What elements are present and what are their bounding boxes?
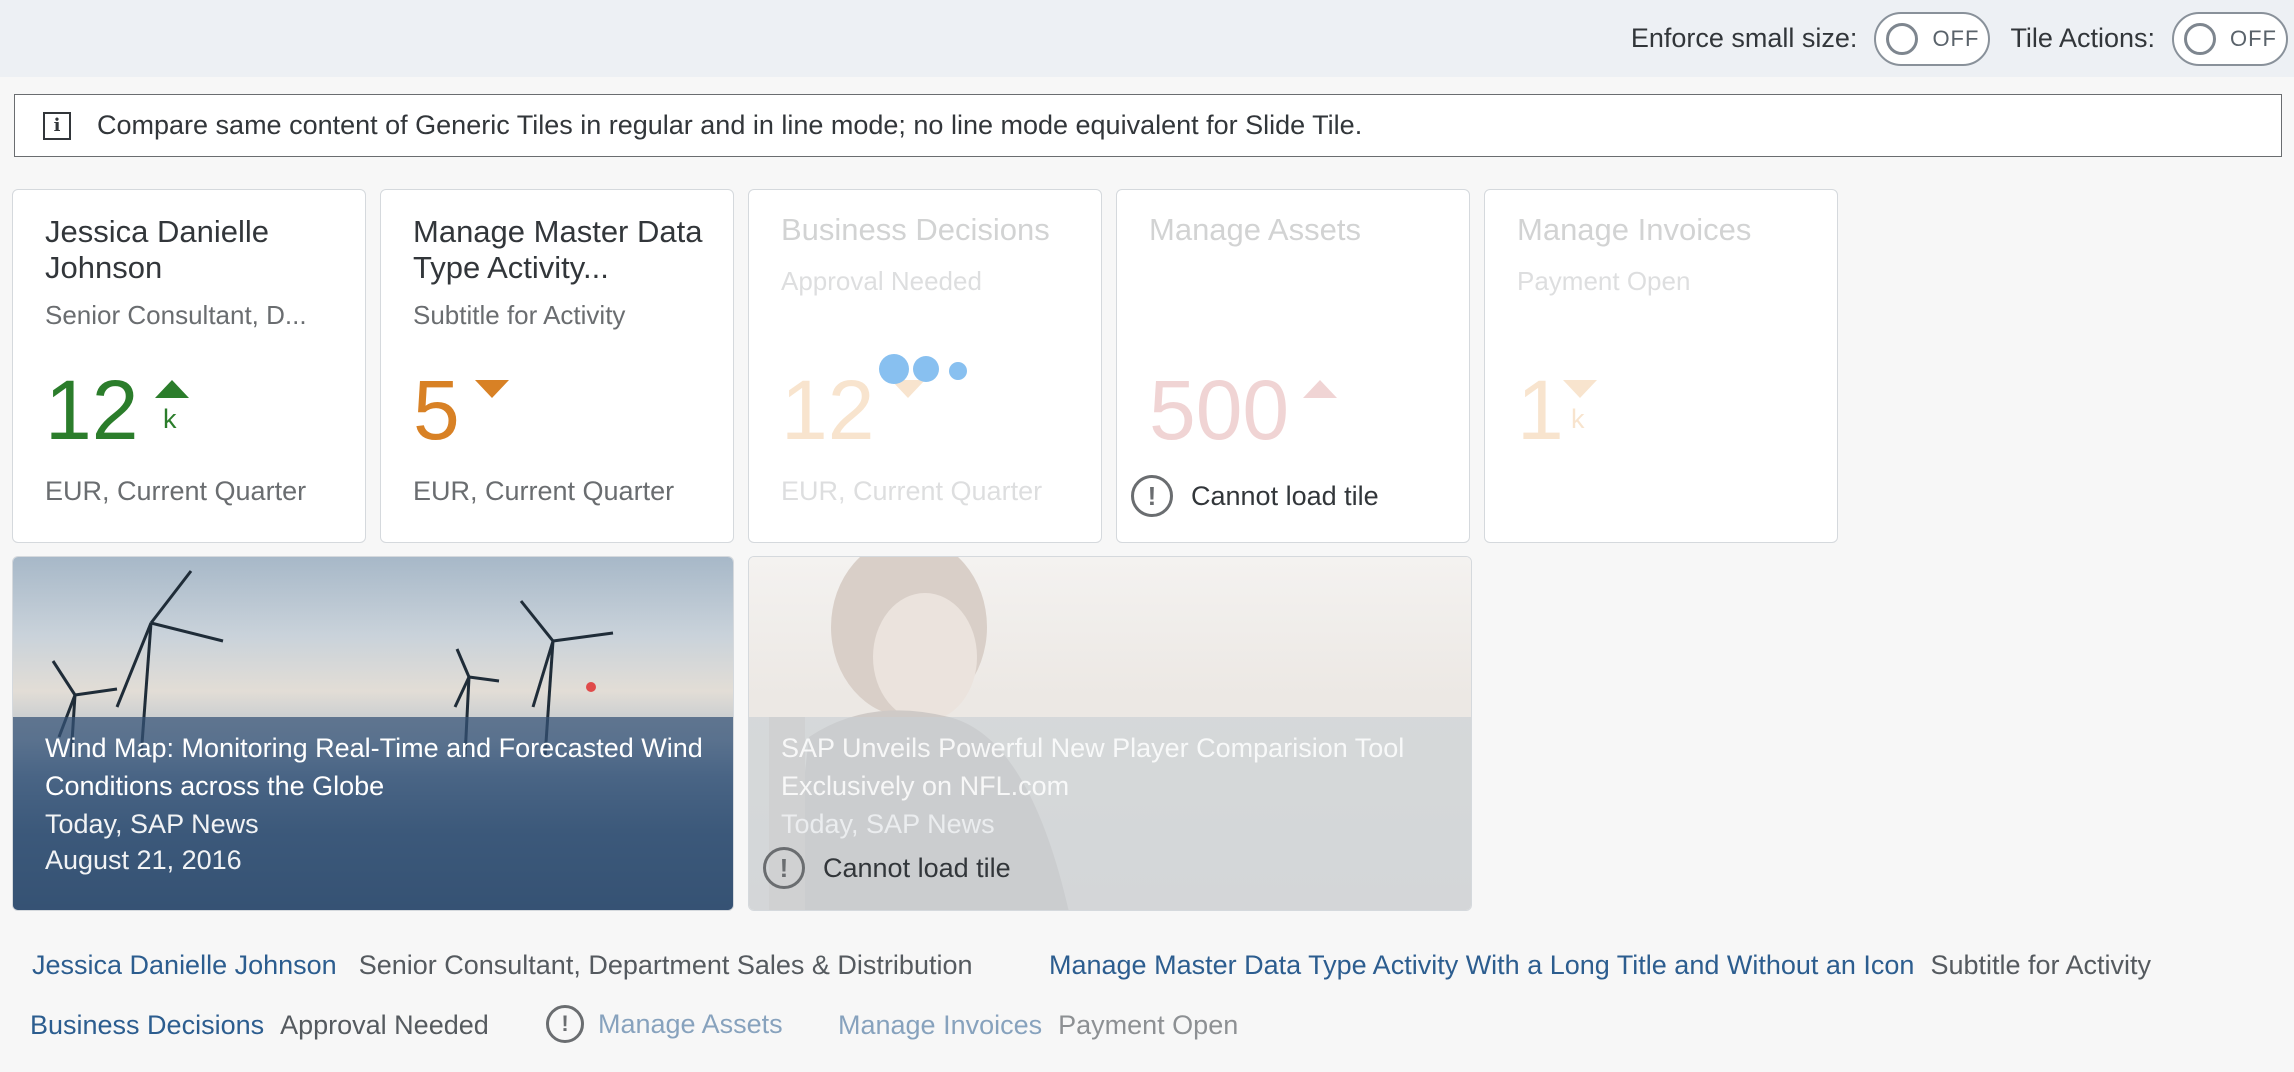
- generic-tile-manage-assets[interactable]: Manage Assets 500 ! Cannot load tile: [1116, 189, 1470, 543]
- loading-dot-icon: [949, 362, 967, 380]
- slide-subtitle: Today, SAP News: [45, 809, 259, 839]
- tile-subtitle: Senior Consultant, D...: [45, 300, 307, 330]
- line-tile-jessica[interactable]: Jessica Danielle Johnson Senior Consulta…: [32, 950, 973, 981]
- toolbar: Enforce small size: OFF Tile Actions: OF…: [0, 0, 2294, 77]
- trend-up-icon: [155, 380, 189, 398]
- tile-error-text: Cannot load tile: [1191, 480, 1379, 511]
- tile-title: Business Decisions: [781, 212, 1050, 247]
- error-icon: !: [546, 1005, 584, 1043]
- line-tile-manage-master-data[interactable]: Manage Master Data Type Activity With a …: [1049, 950, 2151, 981]
- line-tile-title[interactable]: Business Decisions: [30, 1010, 264, 1041]
- tile-kpi-value: 1: [1517, 363, 1564, 457]
- error-icon: !: [1131, 475, 1173, 517]
- tile-actions-switch[interactable]: OFF: [2172, 11, 2288, 66]
- tile-faded-content: Manage Invoices Payment Open 1 k: [1485, 190, 1837, 542]
- trend-up-icon: [1303, 380, 1337, 398]
- info-icon: i: [43, 111, 71, 140]
- line-tile-title[interactable]: Manage Master Data Type Activity With a …: [1049, 950, 1914, 981]
- line-tile-manage-invoices[interactable]: Manage Invoices Payment Open: [838, 1010, 1238, 1041]
- line-tile-subtitle: Approval Needed: [280, 1010, 489, 1040]
- tile-kpi-value: 12: [781, 363, 875, 457]
- line-tile-subtitle: Payment Open: [1058, 1010, 1239, 1040]
- enforce-small-size-switch[interactable]: OFF: [1874, 11, 1991, 66]
- tile-footer: EUR, Current Quarter: [781, 476, 1043, 506]
- switch-knob: [1886, 22, 1919, 55]
- tile-kpi-value: 5: [413, 363, 460, 457]
- enforce-small-size-label: Enforce small size:: [1630, 23, 1858, 53]
- line-tile-title[interactable]: Manage Assets: [598, 1009, 783, 1040]
- line-tile-business-decisions[interactable]: Business Decisions Approval Needed: [30, 1010, 489, 1041]
- generic-tile-manage-master-data[interactable]: Manage Master Data Type Activity... Subt…: [380, 189, 734, 543]
- tile-footer: EUR, Current Quarter: [413, 476, 675, 506]
- tile-actions-label: Tile Actions:: [2010, 23, 2155, 53]
- tile-footer: EUR, Current Quarter: [45, 476, 307, 506]
- switch-state: OFF: [1932, 25, 1980, 51]
- tile-kpi-value: 12: [45, 363, 139, 457]
- generic-tile-jessica[interactable]: Jessica Danielle Johnson Senior Consulta…: [12, 189, 366, 543]
- info-message-text: Compare same content of Generic Tiles in…: [97, 110, 1363, 140]
- tile-subtitle: Payment Open: [1517, 266, 1691, 296]
- tile-kpi-scale: k: [163, 404, 177, 434]
- slide-title: Wind Map: Monitoring Real-Time and Forec…: [45, 733, 703, 801]
- error-icon: !: [763, 847, 805, 889]
- tile-title: Manage Master Data Type Activity...: [413, 214, 703, 285]
- line-tile-manage-assets[interactable]: ! Manage Assets: [546, 1005, 783, 1043]
- tile-subtitle: Approval Needed: [781, 266, 982, 296]
- info-message-strip: i Compare same content of Generic Tiles …: [14, 94, 2282, 157]
- slide-subtitle: Today, SAP News: [781, 809, 995, 839]
- trend-down-icon: [1563, 380, 1597, 398]
- tile-title: Jessica Danielle Johnson: [45, 214, 269, 285]
- line-tile-subtitle: Subtitle for Activity: [1930, 950, 2152, 980]
- tile-error-row: ! Cannot load tile: [1131, 475, 1379, 517]
- generic-tile-business-decisions[interactable]: Business Decisions Approval Needed 12 EU…: [748, 189, 1102, 543]
- tile-kpi-value: 500: [1149, 363, 1290, 457]
- slide-title: SAP Unveils Powerful New Player Comparis…: [781, 733, 1405, 801]
- tile-title: Manage Assets: [1149, 212, 1361, 247]
- switch-knob: [2184, 22, 2216, 55]
- loading-dot-icon: [879, 354, 909, 384]
- tile-subtitle: Subtitle for Activity: [413, 300, 626, 330]
- slide-tile-sap-nfl[interactable]: SAP Unveils Powerful New Player Comparis…: [748, 556, 1472, 911]
- line-tile-subtitle: Senior Consultant, Department Sales & Di…: [358, 950, 973, 980]
- trend-down-icon: [475, 380, 509, 398]
- slide-tile-wind-map[interactable]: Wind Map: Monitoring Real-Time and Forec…: [12, 556, 734, 911]
- tile-kpi-scale: k: [1571, 404, 1585, 434]
- generic-tile-manage-invoices[interactable]: Manage Invoices Payment Open 1 k: [1484, 189, 1838, 543]
- slide-date: August 21, 2016: [45, 845, 242, 875]
- line-tile-title[interactable]: Manage Invoices: [838, 1010, 1042, 1041]
- line-tile-title[interactable]: Jessica Danielle Johnson: [32, 950, 337, 981]
- loading-dot-icon: [913, 356, 939, 382]
- switch-state: OFF: [2230, 25, 2277, 51]
- tile-error-text: Cannot load tile: [823, 852, 1011, 883]
- tile-title: Manage Invoices: [1517, 212, 1752, 247]
- tile-error-row: ! Cannot load tile: [763, 847, 1011, 889]
